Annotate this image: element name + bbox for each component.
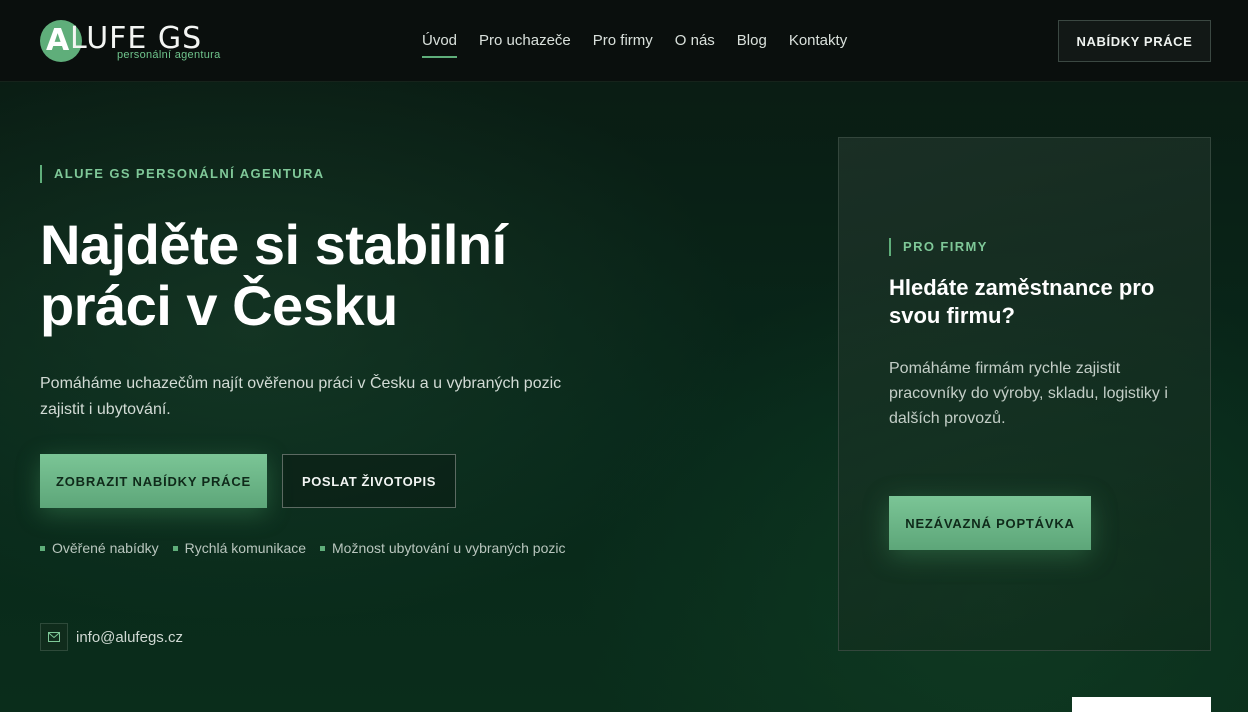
logo-tagline: personální agentura <box>117 49 221 61</box>
inquiry-button[interactable]: NEZÁVAZNÁ POPTÁVKA <box>889 496 1091 550</box>
hero-title-line2: práci v Česku <box>40 274 398 337</box>
nav-item-blog[interactable]: Blog <box>737 32 767 49</box>
job-offers-button[interactable]: NABÍDKY PRÁCE <box>1058 20 1211 62</box>
main-nav: Úvod Pro uchazeče Pro firmy O nás Blog K… <box>422 32 847 58</box>
feature-list: Ověřené nabídky Rychlá komunikace Možnos… <box>40 540 565 556</box>
site-header: A LUFE GS personální agentura Úvod Pro u… <box>0 0 1248 82</box>
bullet-icon <box>172 545 178 551</box>
hero-eyebrow: ALUFE GS PERSONÁLNÍ AGENTURA <box>40 165 325 183</box>
feature-item: Možnost ubytování u vybraných pozic <box>320 540 565 556</box>
feature-item: Ověřené nabídky <box>40 540 159 556</box>
logo[interactable]: A LUFE GS personální agentura <box>40 18 230 64</box>
contact-email[interactable]: info@alufegs.cz <box>40 623 183 651</box>
bullet-icon <box>320 545 326 551</box>
logo-letter: A <box>46 23 70 58</box>
feature-label: Ověřené nabídky <box>52 540 159 556</box>
hero-description: Pomáháme uchazečům najít ověřenou práci … <box>40 375 562 418</box>
nav-item-pro-firmy[interactable]: Pro firmy <box>593 32 653 49</box>
send-cv-button[interactable]: POSLAT ŽIVOTOPIS <box>282 454 456 508</box>
card-eyebrow: PRO FIRMY <box>889 238 988 256</box>
bottom-right-panel <box>1072 697 1211 712</box>
feature-label: Rychlá komunikace <box>184 540 307 556</box>
email-link[interactable]: info@alufegs.cz <box>76 629 183 646</box>
hero-title-line1: Najděte si stabilní <box>40 213 507 276</box>
feature-label: Možnost ubytování u vybraných pozic <box>332 540 566 556</box>
nav-item-uvod[interactable]: Úvod <box>422 32 458 58</box>
card-description: Pomáháme firmám rychle zajistit pracovní… <box>889 360 1168 427</box>
nav-item-pro-uchazece[interactable]: Pro uchazeče <box>479 32 571 49</box>
nav-item-o-nas[interactable]: O nás <box>675 32 715 49</box>
nav-item-kontakty[interactable]: Kontakty <box>789 32 847 49</box>
bullet-icon <box>40 545 45 551</box>
card-title: Hledáte zaměstnance pro svou firmu? <box>889 275 1155 328</box>
feature-item: Rychlá komunikace <box>172 540 307 556</box>
show-job-offers-button[interactable]: ZOBRAZIT NABÍDKY PRÁCE <box>40 454 267 508</box>
hero-title: Najděte si stabilní práci v Česku <box>40 214 600 336</box>
mail-icon <box>40 623 68 651</box>
company-card: PRO FIRMY Hledáte zaměstnance pro svou f… <box>838 137 1211 651</box>
